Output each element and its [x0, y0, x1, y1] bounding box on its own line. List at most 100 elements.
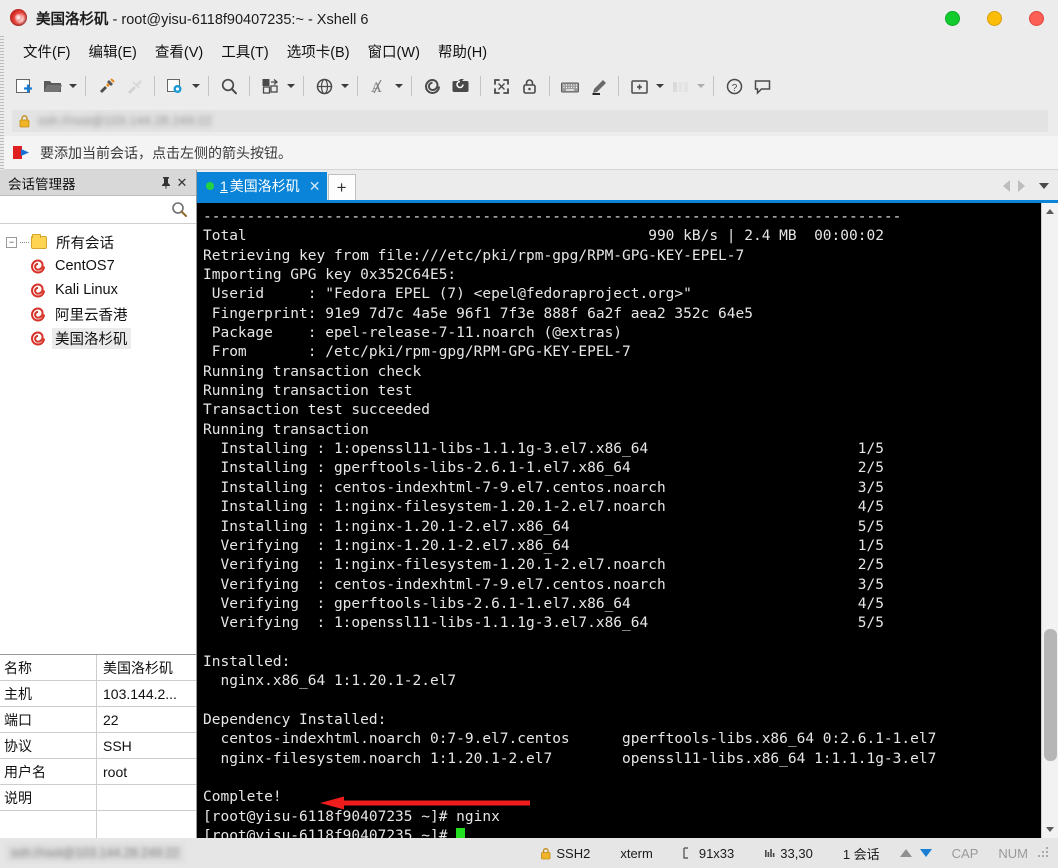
status-size-label: 91x33 [698, 845, 735, 861]
status-bar: ssh://root@103.144.28.249:22 SSH2 xterm … [0, 838, 1058, 868]
tab-status-dot-icon [206, 182, 214, 190]
comment-icon[interactable] [748, 72, 776, 100]
terminal-scrollbar[interactable] [1041, 203, 1058, 838]
scroll-up-icon[interactable] [1041, 203, 1058, 220]
property-row-protocol: 协议 SSH [0, 733, 196, 759]
search-icon[interactable] [171, 201, 188, 218]
resize-grip[interactable] [1038, 847, 1050, 859]
lock-icon[interactable] [515, 72, 543, 100]
fullscreen-icon[interactable] [487, 72, 515, 100]
terminal-panel: ----------------------------------------… [197, 200, 1058, 838]
menu-file[interactable]: 文件(F) [14, 38, 80, 65]
scrollbar-thumb[interactable] [1043, 628, 1057, 761]
status-connection-text: ssh://root@103.144.28.249:22 [6, 844, 185, 862]
status-cursor-pos: 33,30 [764, 846, 813, 861]
property-value: 103.144.2... [103, 685, 177, 702]
sidebar-item-aliyun-hongkong[interactable]: 阿里云香港 [0, 302, 196, 326]
open-folder-dropdown-icon[interactable] [66, 73, 79, 99]
status-right-group: SSH2 xterm 91x33 33,30 1 会话 CAP NUM [540, 844, 1058, 863]
browser-dropdown-icon[interactable] [338, 73, 351, 99]
help-icon[interactable]: ? [720, 72, 748, 100]
connect-icon[interactable] [92, 72, 120, 100]
session-manager-panel: 会话管理器 ✕ − 所有会话 CentOS7 Kali Linux 阿里云香港 … [0, 170, 197, 838]
address-value: ssh://root@103.144.28.249:22 [38, 114, 212, 128]
browser-icon[interactable] [310, 72, 338, 100]
file-transfer-dropdown-icon[interactable] [284, 73, 297, 99]
toolbar-separator [713, 76, 714, 96]
toolbar-separator [85, 76, 86, 96]
file-transfer-icon[interactable] [256, 72, 284, 100]
menu-tabs[interactable]: 选项卡(B) [278, 38, 359, 65]
new-tab-button[interactable]: + [327, 174, 356, 200]
scroll-down-icon[interactable] [1041, 821, 1058, 838]
chevron-down-icon[interactable] [1039, 183, 1049, 189]
menu-edit[interactable]: 编辑(E) [80, 38, 146, 65]
toolbar-separator [549, 76, 550, 96]
scrollbar-track[interactable] [1041, 220, 1058, 821]
session-search-row[interactable] [0, 196, 196, 224]
shell-icon [31, 306, 45, 321]
property-key: 说明 [0, 785, 97, 810]
keyboard-icon[interactable] [556, 72, 584, 100]
find-icon[interactable] [215, 72, 243, 100]
add-tab-dropdown-icon[interactable] [653, 73, 666, 99]
property-value [97, 785, 196, 810]
menu-help[interactable]: 帮助(H) [429, 38, 496, 65]
status-protocol-label: SSH2 [556, 845, 591, 861]
toolbar-separator [154, 76, 155, 96]
terminal-cursor [456, 828, 466, 838]
pin-icon[interactable] [158, 175, 174, 191]
add-tab-icon[interactable] [625, 72, 653, 100]
expander-icon[interactable]: − [6, 236, 17, 248]
sidebar-item-los-angeles[interactable]: 美国洛杉矶 [0, 326, 196, 350]
close-icon[interactable]: ✕ [309, 178, 321, 195]
shell-icon[interactable] [418, 72, 446, 100]
tab-index: 1 [220, 178, 228, 194]
property-row-username: 用户名 root [0, 759, 196, 785]
menu-window[interactable]: 窗口(W) [359, 38, 429, 65]
sidebar-item-kali-linux[interactable]: Kali Linux [0, 278, 196, 302]
property-row-port: 端口 22 [0, 707, 196, 733]
sidebar-item-centos7[interactable]: CentOS7 [0, 254, 196, 278]
new-session-icon[interactable] [10, 72, 38, 100]
font-icon[interactable]: A [364, 72, 392, 100]
property-row-host: 主机 103.144.2... [0, 681, 196, 707]
font-dropdown-icon[interactable] [392, 73, 405, 99]
session-properties-icon[interactable] [161, 72, 189, 100]
size-icon [683, 847, 688, 859]
disconnect-icon [120, 72, 148, 100]
cursor-icon [765, 849, 775, 857]
session-manager-header: 会话管理器 ✕ [0, 170, 196, 196]
close-panel-icon[interactable]: ✕ [174, 175, 190, 191]
property-key: 端口 [0, 707, 97, 732]
chevron-right-icon[interactable] [1018, 180, 1025, 192]
property-value: 22 [103, 711, 119, 728]
menu-view[interactable]: 查看(V) [146, 38, 212, 65]
layout-icon [666, 72, 694, 100]
session-properties-dropdown-icon[interactable] [189, 73, 202, 99]
maximize-button[interactable] [987, 10, 1002, 26]
toolbar-separator [303, 76, 304, 96]
status-cursor-label: 33,30 [780, 845, 813, 861]
status-protocol: SSH2 [540, 846, 590, 861]
tab-strip-controls [1003, 172, 1058, 200]
open-folder-icon[interactable] [38, 72, 66, 100]
tree-root-all-sessions[interactable]: − 所有会话 [0, 230, 196, 254]
menu-tools[interactable]: 工具(T) [212, 38, 278, 65]
window-controls [945, 0, 1044, 36]
toolbar-separator [618, 76, 619, 96]
tab-los-angeles[interactable]: 1 美国洛杉矶 ✕ [197, 172, 327, 200]
address-input[interactable]: ssh://root@103.144.28.249:22 [12, 110, 1048, 132]
session-label: 阿里云香港 [55, 307, 128, 324]
folder-icon [31, 233, 47, 249]
close-button[interactable] [1029, 10, 1044, 26]
toolbar-separator [208, 76, 209, 96]
terminal-output[interactable]: ----------------------------------------… [197, 203, 1041, 838]
status-term-type: xterm [620, 845, 653, 861]
hint-text: 要添加当前会话，点击左侧的箭头按钮。 [40, 144, 292, 161]
highlight-icon[interactable] [584, 72, 612, 100]
ftp-icon[interactable] [446, 72, 474, 100]
chevron-left-icon[interactable] [1003, 180, 1010, 192]
minimize-button[interactable] [945, 10, 960, 26]
toolbar-separator [480, 76, 481, 96]
